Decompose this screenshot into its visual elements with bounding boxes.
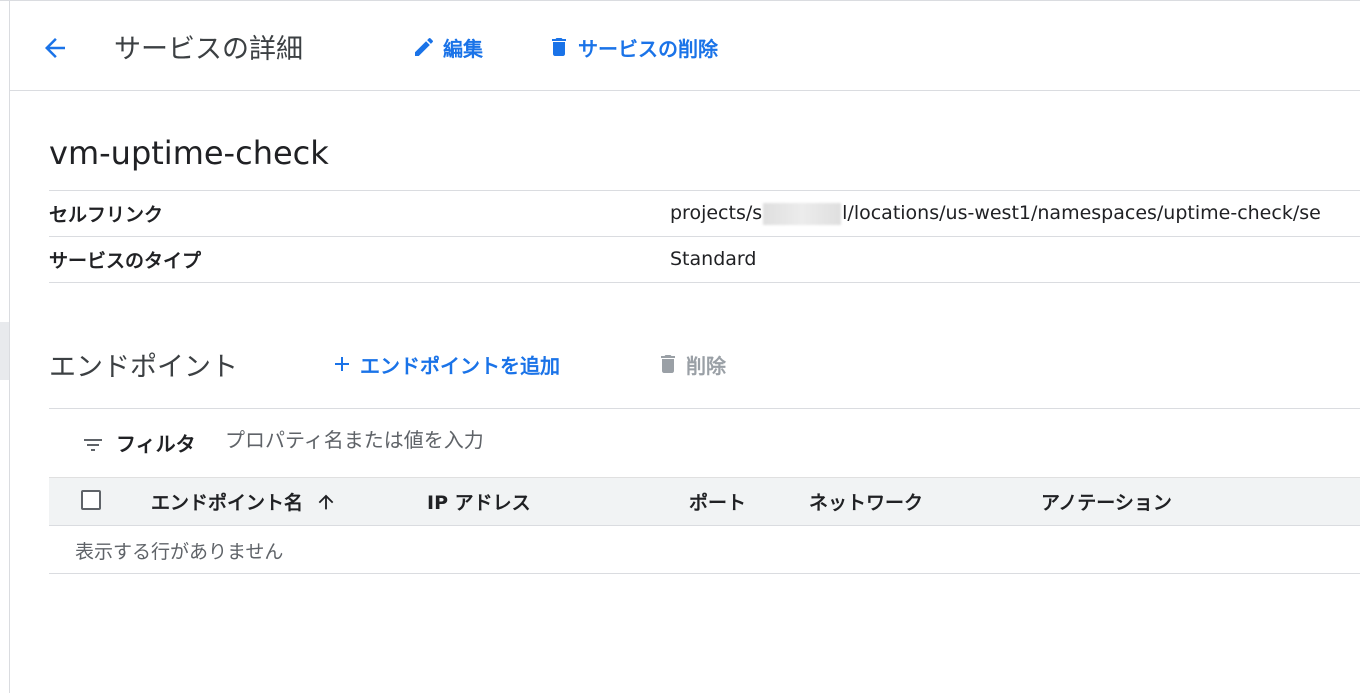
self-link-suffix: l/locations/us-west1/namespaces/uptime-c… (842, 202, 1321, 224)
filter-input[interactable] (221, 423, 729, 457)
add-endpoint-label: エンドポイントを追加 (360, 353, 560, 378)
delete-service-label: サービスの削除 (578, 36, 718, 61)
left-divider (9, 1, 10, 693)
add-endpoint-button[interactable]: エンドポイントを追加 (330, 349, 560, 379)
page-title: サービスの詳細 (114, 34, 303, 65)
filter-label: フィルタ (116, 432, 196, 456)
service-name: vm-uptime-check (49, 134, 329, 172)
pencil-icon (415, 37, 434, 56)
delete-endpoint-button[interactable]: 削除 (656, 349, 726, 379)
column-header-annotation[interactable]: アノテーション (1041, 488, 1172, 515)
redacted-project-id (763, 202, 842, 225)
property-key: セルフリンク (49, 204, 164, 226)
property-key: サービスのタイプ (49, 250, 202, 272)
delete-service-button[interactable]: サービスの削除 (547, 32, 718, 62)
arrow-back-icon (45, 38, 65, 58)
page-header: サービスの詳細 編集 サービスの削除 (10, 1, 1360, 91)
column-header-network[interactable]: ネットワーク (809, 488, 923, 515)
filter-icon (84, 439, 102, 451)
endpoints-section-title: エンドポイント (49, 352, 238, 383)
filter-bar: フィルタ (49, 409, 1360, 478)
trash-icon (661, 355, 675, 373)
table-header-row: エンドポイント名 IP アドレス ポート ネットワーク アノテーション (49, 478, 1360, 526)
edit-button[interactable]: 編集 (412, 32, 483, 62)
property-value-service-type: Standard (670, 248, 757, 270)
arrow-up-icon (318, 494, 334, 509)
delete-endpoint-label: 削除 (686, 353, 726, 378)
left-panel-marker (0, 322, 9, 380)
table-row: 表示する行がありません (49, 526, 1360, 574)
property-row-self-link: セルフリンク projects/s l/locations/us-west1/na… (49, 190, 1360, 236)
property-row-service-type: サービスのタイプ Standard (49, 236, 1360, 283)
endpoints-table: フィルタ エンドポイント名 IP アドレス ポート ネットワーク アノテーション… (49, 408, 1360, 574)
self-link-prefix: projects/s (670, 202, 763, 224)
column-header-ip-address[interactable]: IP アドレス (427, 488, 531, 515)
select-all-checkbox[interactable] (81, 490, 101, 510)
plus-icon (335, 357, 349, 371)
property-value-self-link: projects/s l/locations/us-west1/namespace… (670, 202, 1321, 225)
column-header-port[interactable]: ポート (689, 488, 746, 515)
service-details-page: サービスの詳細 編集 サービスの削除 vm-uptime-check セルフリン… (0, 0, 1360, 693)
column-label: エンドポイント名 (151, 492, 304, 514)
trash-icon (552, 38, 566, 56)
edit-label: 編集 (443, 36, 483, 61)
column-header-endpoint-name[interactable]: エンドポイント名 (151, 488, 337, 515)
service-properties: セルフリンク projects/s l/locations/us-west1/na… (49, 190, 1360, 283)
back-button[interactable] (38, 31, 72, 65)
empty-table-message: 表示する行がありません (75, 541, 284, 563)
